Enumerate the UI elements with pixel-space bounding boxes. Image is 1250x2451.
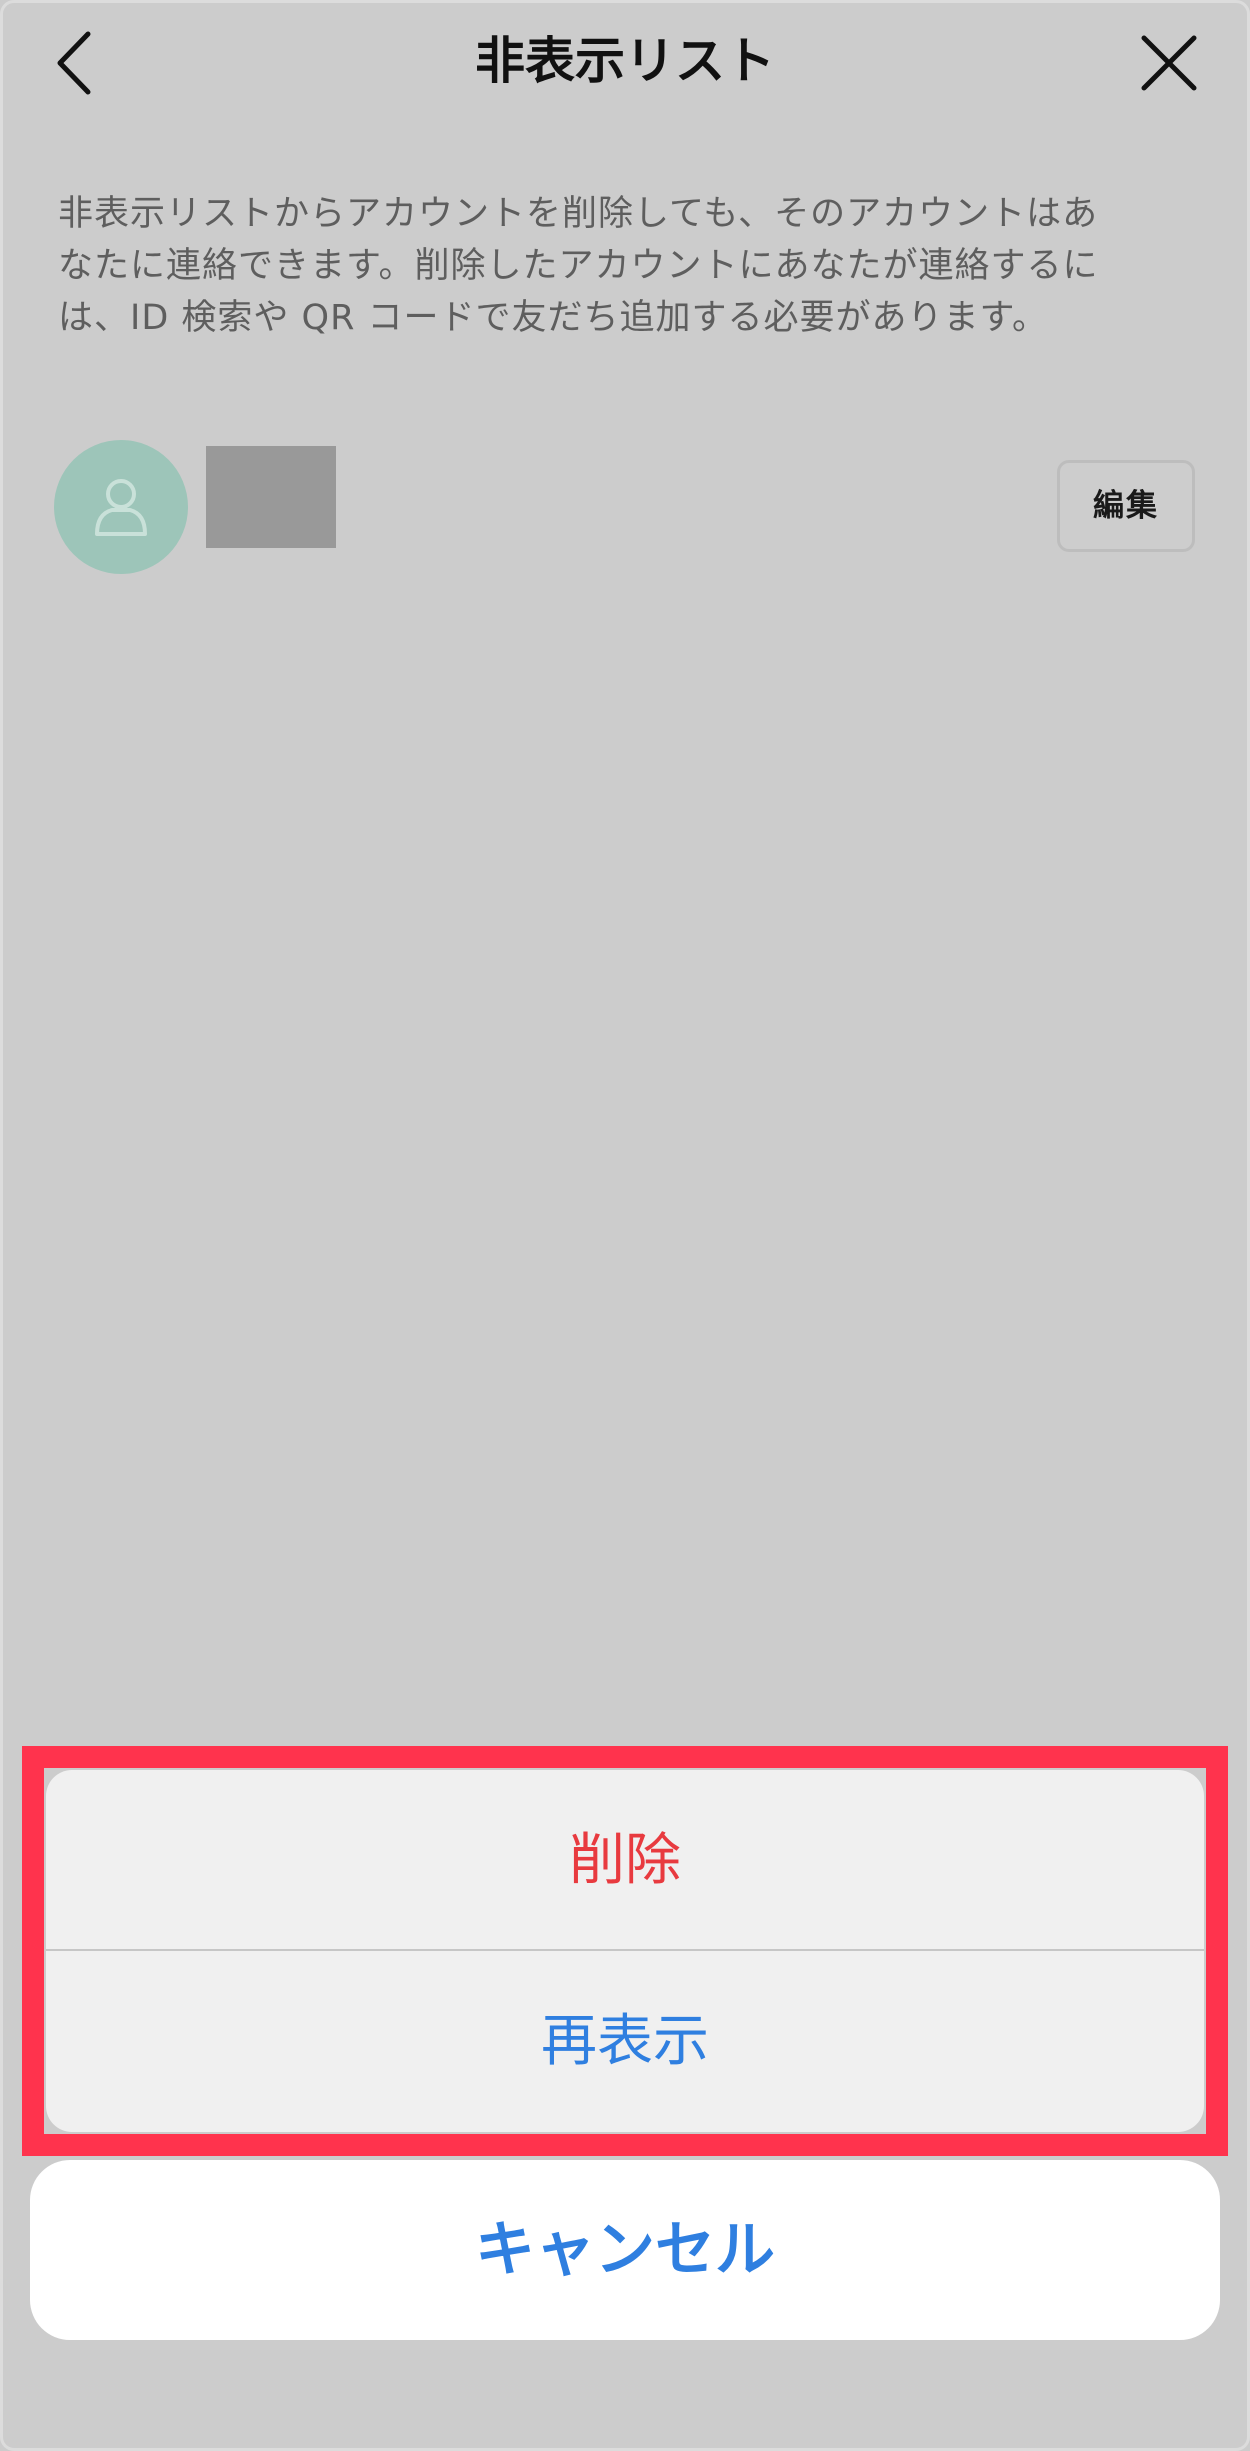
close-button[interactable] [1136,30,1202,96]
navigation-bar: 非表示リスト [0,0,1250,125]
delete-button[interactable]: 削除 [46,1770,1204,1951]
notice-line-1: 非表示リストからアカウントを削除しても、そのアカウントはあ [58,194,1099,234]
hidden-friend-row: 編集 [0,430,1250,580]
notice-line-2: なたに連絡できます。削除したアカウントにあなたが連絡するに [58,246,1099,286]
cancel-button[interactable]: キャンセル [30,2160,1220,2340]
redacted-name [206,446,336,548]
page-title: 非表示リスト [475,32,775,90]
avatar [54,440,188,574]
person-icon [95,479,147,536]
edit-button[interactable]: 編集 [1057,460,1195,552]
action-sheet: 削除 再表示 [46,1770,1204,2132]
close-icon [1141,35,1197,91]
reshow-button[interactable]: 再表示 [46,1951,1204,2132]
notice-text: 非表示リストからアカウントを削除しても、そのアカウントはあ なたに連絡できます。削… [58,188,1198,344]
notice-line-3: は、ID 検索や QR コードで友だち追加する必要があります。 [58,298,1049,338]
